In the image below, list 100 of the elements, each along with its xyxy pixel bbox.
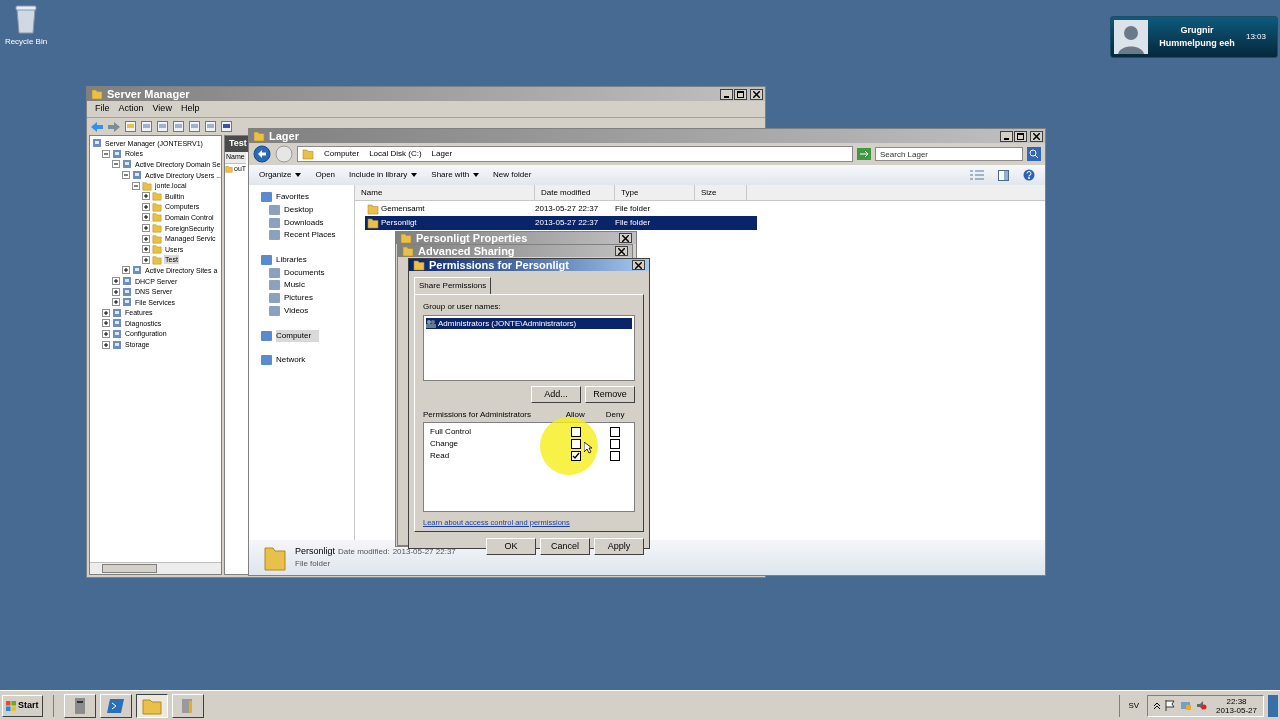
node-icon xyxy=(112,307,122,318)
close-button[interactable] xyxy=(750,88,763,100)
collapse-icon[interactable] xyxy=(122,171,130,180)
maximize-button[interactable] xyxy=(734,88,747,100)
window-title: Lager xyxy=(269,130,299,142)
collapse-icon[interactable] xyxy=(102,149,110,158)
refresh-icon[interactable] xyxy=(857,148,871,160)
expand-icon[interactable] xyxy=(142,224,150,233)
expand-icon[interactable] xyxy=(102,330,110,338)
breadcrumb-item[interactable]: Computer xyxy=(324,148,360,160)
expand-icon[interactable] xyxy=(142,255,150,264)
column-header[interactable]: Date modified xyxy=(535,185,615,201)
help-icon[interactable] xyxy=(1023,169,1035,181)
menu-item[interactable]: Help xyxy=(180,102,200,116)
minimize-button[interactable] xyxy=(1000,130,1013,142)
column-header[interactable]: Size xyxy=(695,185,747,201)
toolbar-icon[interactable] xyxy=(141,121,152,132)
expand-icon[interactable] xyxy=(112,287,120,296)
close-button[interactable] xyxy=(619,233,632,243)
file-row[interactable]: Personligt 2013-05-27 22:37 File folder xyxy=(365,216,757,230)
breadcrumb-item[interactable]: Lager xyxy=(431,148,453,160)
maximize-button[interactable] xyxy=(1014,130,1027,142)
nav-item[interactable]: Videos xyxy=(284,304,317,317)
nav-item[interactable]: Libraries xyxy=(276,254,315,267)
collapse-icon[interactable] xyxy=(132,181,140,190)
toolbar-button[interactable]: New folder xyxy=(493,169,532,181)
checkbox[interactable] xyxy=(571,451,582,461)
nav-item[interactable]: Computer xyxy=(276,329,320,342)
checkbox[interactable] xyxy=(609,427,620,437)
toolbar-icon[interactable] xyxy=(173,121,184,132)
tab[interactable]: Share Permissions xyxy=(414,277,492,294)
nav-item[interactable]: Downloads xyxy=(284,216,332,229)
nav-item[interactable]: Pictures xyxy=(284,292,321,305)
checkbox[interactable] xyxy=(609,451,620,461)
toolbar-button[interactable]: Open xyxy=(315,169,336,181)
menu-item[interactable]: File xyxy=(95,102,110,116)
checkbox[interactable] xyxy=(571,427,582,437)
expand-icon[interactable] xyxy=(102,340,110,349)
nav-item[interactable]: Music xyxy=(284,279,313,292)
expand-icon[interactable] xyxy=(142,192,150,201)
file-row[interactable]: Gemensamt 2013-05-27 22:37 File folder xyxy=(365,202,757,216)
address-bar[interactable]: Computer Local Disk (C:) Lager xyxy=(297,146,853,162)
close-button[interactable] xyxy=(1030,130,1043,142)
toolbar-icon[interactable] xyxy=(189,121,200,132)
toolbar-icon[interactable] xyxy=(221,121,232,132)
checkbox[interactable] xyxy=(609,439,620,449)
toolbar-icon[interactable] xyxy=(125,121,136,132)
volume-muted-icon[interactable] xyxy=(1196,700,1208,711)
chevron-up-icon[interactable] xyxy=(1154,701,1161,710)
expand-icon[interactable] xyxy=(112,277,120,285)
toolbar-button[interactable]: Share with xyxy=(431,169,480,181)
toolbar-icon[interactable] xyxy=(157,121,168,132)
back-icon[interactable] xyxy=(253,145,271,163)
menu-item[interactable]: Action xyxy=(118,102,144,116)
expand-icon[interactable] xyxy=(142,213,150,222)
toolbar-button[interactable]: Include in library xyxy=(349,169,418,181)
expand-icon[interactable] xyxy=(142,202,150,211)
detail-name: Personligt xyxy=(295,544,336,558)
clock-time[interactable]: 22:38 xyxy=(1226,696,1247,706)
horizontal-scrollbar[interactable] xyxy=(90,562,221,574)
search-field[interactable]: Search Lager xyxy=(875,147,1023,161)
preview-pane-icon[interactable] xyxy=(998,169,1009,181)
nav-item[interactable]: Recent Places xyxy=(284,229,344,242)
nav-item[interactable]: Favorites xyxy=(276,191,317,204)
dialog-button[interactable]: Remove xyxy=(585,386,635,403)
column-header[interactable]: Type xyxy=(615,185,695,201)
nav-item[interactable]: Network xyxy=(276,354,314,367)
expand-icon[interactable] xyxy=(122,266,130,275)
nav-item[interactable]: Desktop xyxy=(284,204,322,217)
close-button[interactable] xyxy=(615,246,628,256)
toolbar-button[interactable]: Organize xyxy=(259,169,302,181)
close-button[interactable] xyxy=(632,260,645,270)
search-icon[interactable] xyxy=(1027,147,1041,161)
toolbar-icon[interactable] xyxy=(205,121,216,132)
file-date: 2013-05-27 22:37 xyxy=(535,217,600,229)
expand-icon[interactable] xyxy=(142,245,150,254)
dialog-button[interactable]: Apply xyxy=(594,538,644,555)
column-header[interactable]: Name xyxy=(355,185,535,201)
flag-icon[interactable] xyxy=(1165,700,1176,711)
start-button[interactable]: Start xyxy=(2,694,43,717)
dialog-button[interactable]: Add... xyxy=(531,386,581,403)
show-desktop-button[interactable] xyxy=(1268,694,1278,717)
expand-icon[interactable] xyxy=(112,298,120,307)
user-item[interactable]: Administrators (JONTE\Administrators) xyxy=(426,318,632,329)
close-icon xyxy=(618,247,625,255)
language-indicator[interactable]: SV xyxy=(1124,699,1144,712)
dialog-button[interactable]: Cancel xyxy=(540,538,590,555)
nav-item[interactable]: Documents xyxy=(284,266,333,279)
expand-icon[interactable] xyxy=(142,234,150,243)
collapse-icon[interactable] xyxy=(112,160,120,169)
breadcrumb-item[interactable]: Local Disk (C:) xyxy=(369,148,422,160)
taskbar-button[interactable] xyxy=(135,693,168,718)
recycle-bin-icon[interactable] xyxy=(14,4,38,34)
checkbox[interactable] xyxy=(571,439,582,449)
expand-icon[interactable] xyxy=(102,308,110,317)
clock-date[interactable]: 2013-05-27 xyxy=(1216,705,1257,715)
minimize-button[interactable] xyxy=(720,88,733,100)
menu-item[interactable]: View xyxy=(152,102,172,116)
dialog-button[interactable]: OK xyxy=(486,538,536,555)
expand-icon[interactable] xyxy=(102,319,110,328)
